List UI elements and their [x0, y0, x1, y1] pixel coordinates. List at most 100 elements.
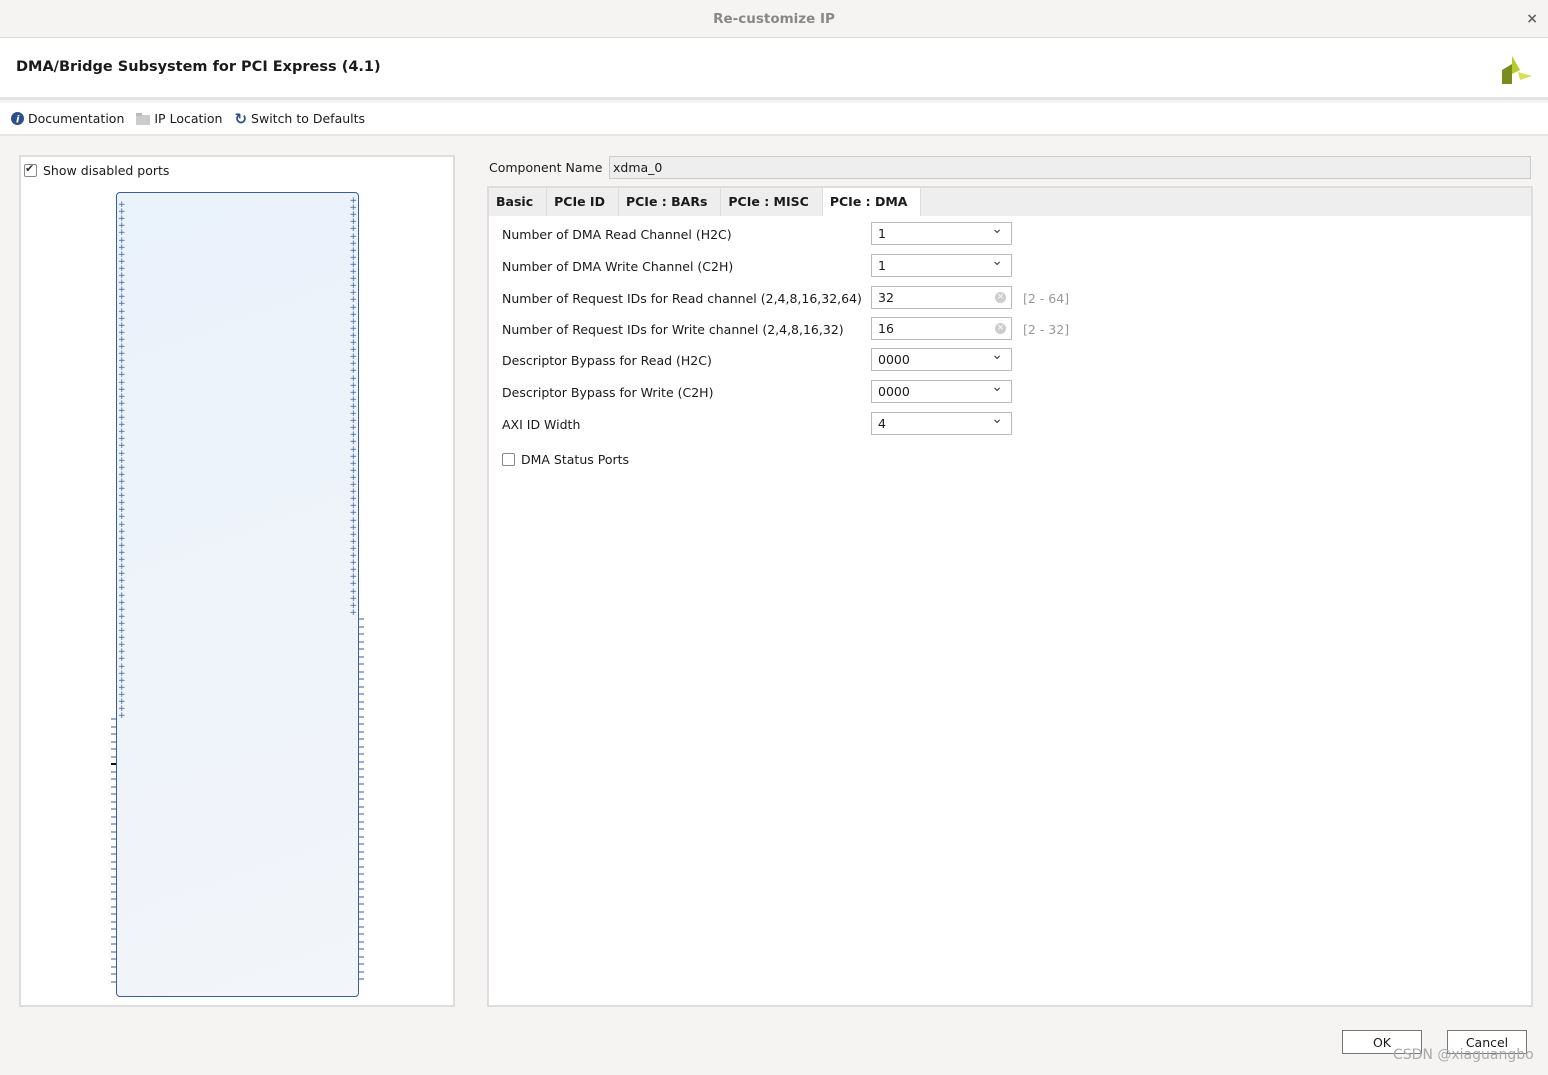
port-pin — [359, 723, 364, 725]
folder-icon — [136, 112, 151, 125]
port-plus-icon[interactable]: + — [118, 712, 126, 721]
switch-to-defaults-button[interactable]: ↻ Switch to Defaults — [234, 110, 365, 128]
port-pin — [359, 828, 364, 830]
checkbox[interactable] — [502, 453, 515, 466]
port-pin — [359, 618, 364, 620]
port-pin — [111, 973, 116, 975]
port-pin — [359, 850, 364, 853]
port-pin — [359, 903, 364, 905]
port-pin — [111, 898, 116, 900]
window-title: Re-customize IP — [713, 11, 835, 27]
show-disabled-ports-checkbox[interactable]: Show disabled ports — [24, 162, 170, 178]
field-value: 1 — [878, 226, 886, 241]
port-pin — [359, 753, 364, 755]
switch-defaults-label: Switch to Defaults — [251, 111, 366, 126]
port-pin — [111, 860, 116, 863]
tab-pcie-id[interactable]: PCIe ID — [547, 188, 619, 216]
port-pin — [359, 873, 364, 875]
port-pin — [359, 970, 364, 973]
port-pin — [359, 798, 364, 800]
field-dropdown[interactable]: 1 — [871, 221, 1012, 245]
port-pin — [111, 875, 116, 878]
port-pin — [359, 955, 364, 958]
port-pin — [359, 715, 364, 718]
clear-icon[interactable]: × — [995, 323, 1006, 334]
checkbox[interactable] — [24, 162, 37, 177]
port-pin — [359, 805, 364, 808]
port-pin — [111, 830, 116, 833]
toolbar: i Documentation IP Location ↻ Switch to De… — [0, 103, 1548, 136]
port-pin — [111, 763, 116, 765]
field-label: Number of DMA Read Channel (H2C) — [502, 227, 732, 242]
field-dropdown[interactable]: 4 — [871, 411, 1012, 435]
port-pin — [359, 738, 364, 740]
tab-pcie-bars[interactable]: PCIe : BARs — [619, 188, 722, 216]
field-input[interactable]: 32 × — [871, 286, 1012, 309]
port-pin — [359, 918, 364, 920]
field-label: Descriptor Bypass for Write (C2H) — [502, 385, 714, 400]
port-pin — [359, 783, 364, 785]
port-pin — [111, 883, 116, 885]
port-pin — [111, 815, 116, 818]
close-button[interactable]: × — [1526, 0, 1538, 38]
port-pin — [359, 978, 364, 980]
port-pin — [359, 768, 364, 770]
port-pin — [111, 905, 116, 908]
dma-status-ports-checkbox[interactable]: DMA Status Ports — [502, 452, 629, 467]
port-plus-icon[interactable]: + — [349, 608, 357, 618]
port-pin — [111, 755, 116, 758]
port-pin — [111, 823, 116, 825]
documentation-label: Documentation — [28, 111, 125, 126]
tab-pcie-misc[interactable]: PCIe : MISC — [721, 188, 823, 216]
port-pin — [359, 963, 364, 965]
dma-status-ports-label: DMA Status Ports — [521, 452, 630, 467]
ip-location-button[interactable]: IP Location — [136, 111, 222, 126]
port-pin — [359, 880, 364, 883]
ip-block-symbol: + + + + + + + + + + + + + + + + + + + + + + + + + + + + + + + + + + + + + + + +… — [111, 192, 364, 997]
field-dropdown[interactable]: 0000 — [871, 379, 1012, 403]
clear-icon[interactable]: × — [995, 292, 1006, 303]
port-pin — [359, 948, 364, 950]
field-value: 0000 — [878, 384, 910, 399]
documentation-button[interactable]: i Documentation — [11, 111, 124, 126]
port-pin — [111, 748, 116, 750]
field-label: Number of Request IDs for Read channel (… — [502, 291, 862, 306]
port-pin — [359, 730, 364, 733]
settings-panel: Basic PCIe ID PCIe : BARs PCIe : MISC PC… — [487, 186, 1533, 1007]
field-dropdown[interactable]: 1 — [871, 253, 1012, 277]
field-dropdown[interactable]: 0000 — [871, 347, 1012, 371]
tab-basic[interactable]: Basic — [489, 188, 548, 216]
port-pin — [359, 910, 364, 913]
port-pin — [111, 845, 116, 848]
port-pin — [111, 800, 116, 803]
port-pin — [111, 740, 116, 743]
field-value: 16 — [878, 321, 894, 336]
port-pin — [111, 770, 116, 773]
info-icon: i — [11, 112, 24, 125]
port-pin — [111, 928, 116, 930]
port-pin — [359, 813, 364, 815]
port-pin — [359, 700, 364, 703]
field-input[interactable]: 16 × — [871, 317, 1012, 340]
port-pin — [111, 785, 116, 788]
port-pin — [111, 793, 116, 795]
show-disabled-ports-label: Show disabled ports — [43, 163, 170, 178]
svg-text:i: i — [16, 115, 20, 126]
port-pin — [359, 663, 364, 665]
field-value: 0000 — [878, 352, 910, 367]
ip-symbol-panel: Show disabled ports ++++++++++++++++++++… — [19, 155, 455, 1007]
port-pin — [359, 633, 364, 635]
field-label: AXI ID Width — [502, 417, 581, 432]
port-pin — [111, 725, 116, 728]
port-pin — [359, 678, 364, 680]
port-pin — [359, 858, 364, 860]
component-name-input[interactable]: xdma_0 — [609, 156, 1531, 179]
ip-location-label: IP Location — [154, 111, 223, 126]
port-pin — [359, 790, 364, 793]
port-pin — [359, 685, 364, 688]
tab-pcie-dma[interactable]: PCIe : DMA — [822, 188, 922, 216]
port-pin — [111, 808, 116, 810]
port-pin — [359, 933, 364, 935]
port-pin — [359, 625, 364, 628]
port-pin — [359, 888, 364, 890]
